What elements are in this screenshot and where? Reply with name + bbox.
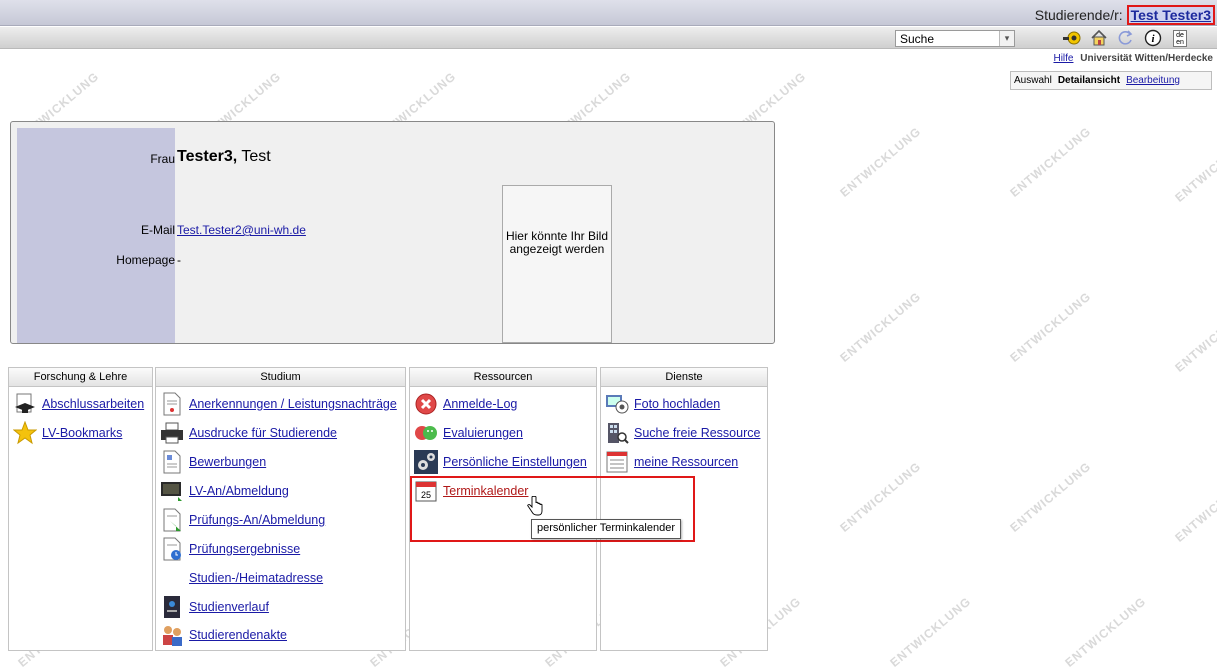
section-studium: Studium Anerkennungen / Leistungsnachträ… xyxy=(155,367,406,651)
salutation: Frau xyxy=(150,152,175,166)
printer-icon xyxy=(160,421,184,445)
item-label[interactable]: Evaluierungen xyxy=(443,426,523,440)
item-label[interactable]: Studierendenakte xyxy=(189,628,287,642)
person-firstname: Test xyxy=(241,148,271,165)
application-form-icon xyxy=(160,450,184,474)
chevron-down-icon[interactable]: ▾ xyxy=(999,31,1014,46)
item-label[interactable]: Anerkennungen / Leistungsnachträge xyxy=(189,397,397,411)
item-label[interactable]: Persönliche Einstellungen xyxy=(443,455,587,469)
email-link[interactable]: Test.Tester2@uni-wh.de xyxy=(177,223,306,237)
list-item[interactable]: Ausdrucke für Studierende xyxy=(160,420,337,446)
error-log-icon xyxy=(414,392,438,416)
email-label: E-Mail xyxy=(140,223,175,237)
item-label[interactable]: Ausdrucke für Studierende xyxy=(189,426,337,440)
help-line: Hilfe Universität Witten/Herdecke xyxy=(1053,53,1213,64)
item-label[interactable]: meine Ressourcen xyxy=(634,455,738,469)
section-title: Dienste xyxy=(601,368,767,387)
user-role: Studierende/r: Test Tester3 xyxy=(1035,5,1215,25)
key-icon[interactable] xyxy=(1062,29,1082,47)
building-search-icon xyxy=(605,421,629,445)
item-label[interactable]: Anmelde-Log xyxy=(443,397,517,411)
language-icon[interactable]: de en xyxy=(1170,29,1190,47)
toolbar: Suche ▾ i de en xyxy=(0,27,1217,49)
list-item[interactable]: Prüfungsergebnisse xyxy=(160,536,300,562)
list-item[interactable]: Abschlussarbeiten xyxy=(13,391,144,417)
list-item[interactable]: Anmelde-Log xyxy=(414,391,517,417)
person-name: Tester3, Test xyxy=(177,148,271,166)
list-item[interactable]: Persönliche Einstellungen xyxy=(414,449,587,475)
list-item[interactable]: Studienverlauf xyxy=(160,594,269,620)
list-item[interactable]: Studien-/Heimatadresse xyxy=(160,565,323,591)
section-forschung-lehre: Forschung & Lehre Abschlussarbeiten LV-B… xyxy=(8,367,153,651)
item-label[interactable]: LV-An/Abmeldung xyxy=(189,484,289,498)
role-label: Studierende/r: xyxy=(1034,7,1123,23)
item-label[interactable]: Studienverlauf xyxy=(189,600,269,614)
section-title: Studium xyxy=(156,368,405,387)
item-label[interactable]: Bewerbungen xyxy=(189,455,266,469)
student-file-icon xyxy=(160,623,184,647)
refresh-icon[interactable] xyxy=(1116,29,1136,47)
top-header-bar: Studierende/r: Test Tester3 xyxy=(0,0,1217,26)
exam-registration-icon xyxy=(160,508,184,532)
section-title: Ressourcen xyxy=(410,368,596,387)
hand-cursor-icon xyxy=(527,495,543,519)
person-lastname: Tester3, xyxy=(177,148,238,165)
homepage-label: Homepage xyxy=(116,253,175,267)
list-item[interactable]: LV-Bookmarks xyxy=(13,420,122,446)
evaluation-icon xyxy=(414,421,438,445)
info-icon[interactable]: i xyxy=(1143,29,1163,47)
search-select[interactable]: Suche ▾ xyxy=(895,30,1015,47)
list-item[interactable]: Foto hochladen xyxy=(605,391,720,417)
list-item[interactable]: Evaluierungen xyxy=(414,420,523,446)
list-item[interactable]: LV-An/Abmeldung xyxy=(160,478,289,504)
list-item[interactable]: Prüfungs-An/Abmeldung xyxy=(160,507,325,533)
homepage-value: - xyxy=(177,253,181,267)
study-progress-icon xyxy=(160,595,184,619)
item-label[interactable]: Studien-/Heimatadresse xyxy=(189,571,323,585)
view-tabs: Auswahl Detailansicht Bearbeitung xyxy=(1010,71,1212,90)
item-label[interactable]: Abschlussarbeiten xyxy=(42,397,144,411)
organization-name: Universität Witten/Herdecke xyxy=(1080,53,1213,64)
tab-auswahl[interactable]: Auswahl xyxy=(1014,75,1052,86)
exam-results-icon xyxy=(160,537,184,561)
settings-gears-icon xyxy=(414,450,438,474)
list-item[interactable]: meine Ressourcen xyxy=(605,449,738,475)
search-select-value: Suche xyxy=(900,32,935,46)
tab-detailansicht: Detailansicht xyxy=(1057,75,1121,86)
item-label[interactable]: Foto hochladen xyxy=(634,397,720,411)
list-item[interactable]: Studierendenakte xyxy=(160,622,287,648)
item-label[interactable]: Prüfungs-An/Abmeldung xyxy=(189,513,325,527)
photo-placeholder: Hier könnte Ihr Bild angezeigt werden xyxy=(502,185,612,343)
section-title: Forschung & Lehre xyxy=(9,368,152,387)
star-icon xyxy=(13,421,37,445)
person-panel: Frau Tester3, Test E-Mail Test.Tester2@u… xyxy=(10,121,775,344)
item-label[interactable]: Suche freie Ressource xyxy=(634,426,760,440)
photo-upload-icon xyxy=(605,392,629,416)
resource-list-icon xyxy=(605,450,629,474)
graduation-cap-icon xyxy=(13,392,37,416)
list-item[interactable]: Bewerbungen xyxy=(160,449,266,475)
list-item[interactable]: Suche freie Ressource xyxy=(605,420,760,446)
course-registration-icon xyxy=(160,479,184,503)
list-item[interactable]: Anerkennungen / Leistungsnachträge xyxy=(160,391,397,417)
item-label[interactable]: LV-Bookmarks xyxy=(42,426,122,440)
home-icon[interactable] xyxy=(1089,29,1109,47)
tab-bearbeitung[interactable]: Bearbeitung xyxy=(1126,75,1180,86)
help-link[interactable]: Hilfe xyxy=(1053,53,1073,64)
toolbar-icons: i de en xyxy=(1062,29,1190,47)
document-icon xyxy=(160,392,184,416)
item-label[interactable]: Prüfungsergebnisse xyxy=(189,542,300,556)
username-link[interactable]: Test Tester3 xyxy=(1126,5,1215,25)
tooltip: persönlicher Terminkalender xyxy=(531,519,681,539)
